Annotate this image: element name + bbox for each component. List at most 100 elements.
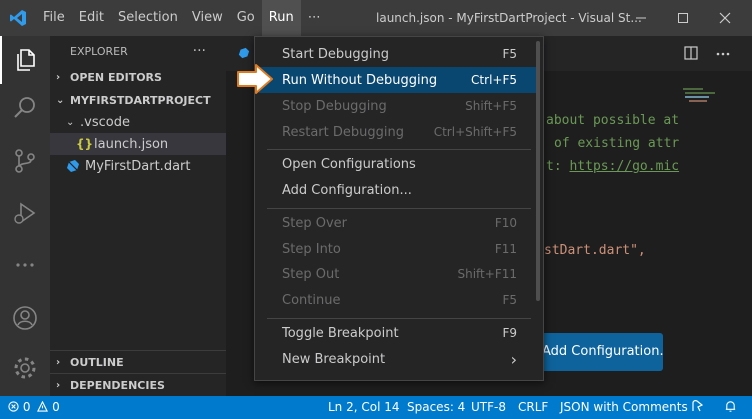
split-editor-icon[interactable] bbox=[684, 46, 698, 60]
menu-separator bbox=[267, 149, 531, 150]
close-button[interactable] bbox=[704, 0, 746, 36]
accounts-activity[interactable] bbox=[0, 294, 50, 342]
account-icon bbox=[13, 306, 37, 330]
minimize-button[interactable] bbox=[620, 0, 662, 36]
manage-activity[interactable] bbox=[0, 344, 50, 392]
search-icon bbox=[14, 97, 35, 118]
chevron-right-icon: › bbox=[56, 379, 61, 391]
code-line: t: https://go.mic bbox=[546, 159, 680, 174]
close-icon bbox=[719, 12, 731, 24]
error-icon bbox=[8, 401, 19, 412]
file-label: launch.json bbox=[94, 136, 169, 152]
outline-label: OUTLINE bbox=[70, 355, 124, 369]
notifications-button[interactable] bbox=[724, 396, 737, 419]
menu-item-stop-debugging: Stop Debugging Shift+F5 bbox=[282, 98, 517, 114]
minimize-icon bbox=[636, 17, 646, 19]
run-debug-icon bbox=[14, 202, 36, 224]
code-line: stDart.dart", bbox=[544, 243, 646, 258]
more-activity[interactable] bbox=[0, 241, 50, 289]
pointer-arrow-icon bbox=[237, 64, 273, 94]
menu-more[interactable]: ⋯ bbox=[301, 0, 328, 36]
warning-count: 0 bbox=[52, 400, 60, 414]
error-count: 0 bbox=[22, 400, 31, 414]
bell-icon bbox=[725, 401, 736, 412]
feedback-button[interactable] bbox=[690, 396, 704, 419]
json-file-icon: {} bbox=[76, 137, 94, 151]
project-label: MYFIRSTDARTPROJECT bbox=[70, 93, 211, 107]
menu-bar: File Edit Selection View Go Run ⋯ bbox=[36, 0, 328, 36]
tree-file-dart[interactable]: MyFirstDart.dart bbox=[50, 155, 226, 177]
outline-section[interactable]: › OUTLINE bbox=[50, 350, 226, 373]
menu-item-open-configurations[interactable]: Open Configurations bbox=[259, 151, 539, 177]
title-bar: File Edit Selection View Go Run ⋯ launch… bbox=[0, 0, 752, 36]
open-editors-label: OPEN EDITORS bbox=[70, 70, 162, 84]
warning-icon bbox=[37, 400, 49, 412]
tree-folder-vscode[interactable]: ⌄ .vscode bbox=[50, 111, 226, 133]
more-icon bbox=[16, 263, 34, 267]
language-mode[interactable]: JSON with Comments bbox=[560, 396, 688, 419]
minimap[interactable] bbox=[681, 86, 741, 126]
eol-status[interactable]: CRLF bbox=[518, 396, 548, 419]
status-bar: 0 0 Ln 2, Col 14 Spaces: 4 UTF-8 CRLF JS… bbox=[0, 396, 752, 419]
project-section[interactable]: ⌄ MYFIRSTDARTPROJECT bbox=[50, 89, 226, 111]
more-actions-icon[interactable] bbox=[716, 51, 730, 57]
menu-item-add-configuration[interactable]: Add Configuration... bbox=[259, 177, 539, 203]
menu-selection[interactable]: Selection bbox=[111, 0, 185, 36]
chevron-down-icon: ⌄ bbox=[56, 94, 65, 106]
gear-icon bbox=[14, 357, 36, 379]
encoding-status[interactable]: UTF-8 bbox=[471, 396, 506, 419]
code-line: about possible at bbox=[546, 113, 680, 128]
maximize-button[interactable] bbox=[662, 0, 704, 36]
menu-scrollbar[interactable] bbox=[536, 41, 540, 301]
chevron-down-icon: ⌄ bbox=[66, 116, 75, 128]
explorer-activity[interactable] bbox=[0, 36, 50, 84]
explorer-header: EXPLORER ··· bbox=[50, 36, 226, 66]
problems-status[interactable]: 0 0 bbox=[8, 396, 60, 419]
add-configuration-button[interactable]: Add Configuration... bbox=[532, 333, 663, 371]
run-menu-dropdown: Start Debugging F5 Run Without Debugging… bbox=[254, 36, 544, 381]
menu-separator bbox=[267, 208, 531, 209]
menu-edit[interactable]: Edit bbox=[72, 0, 111, 36]
menu-separator bbox=[267, 318, 531, 319]
menu-go[interactable]: Go bbox=[230, 0, 262, 36]
search-activity[interactable] bbox=[0, 84, 50, 132]
source-control-icon bbox=[15, 149, 35, 173]
menu-run[interactable]: Run bbox=[261, 0, 301, 36]
menu-view[interactable]: View bbox=[185, 0, 230, 36]
code-line: of existing attr bbox=[554, 136, 680, 151]
run-debug-activity[interactable] bbox=[0, 189, 50, 237]
indentation-status[interactable]: Spaces: 4 bbox=[407, 396, 465, 419]
maximize-icon bbox=[678, 13, 688, 23]
chevron-right-icon: › bbox=[56, 356, 61, 368]
dart-file-icon bbox=[67, 160, 79, 172]
menu-item-restart-debugging: Restart Debugging Ctrl+Shift+F5 bbox=[282, 124, 517, 140]
chevron-right-icon: › bbox=[56, 71, 61, 83]
cursor-position[interactable]: Ln 2, Col 14 bbox=[328, 396, 400, 419]
tree-file-launch-json[interactable]: {} launch.json bbox=[50, 133, 226, 155]
menu-item-start-debugging[interactable]: Start Debugging F5 bbox=[259, 41, 539, 67]
open-editors-section[interactable]: › OPEN EDITORS bbox=[50, 66, 226, 88]
menu-item-step-out: Step Out Shift+F11 bbox=[282, 266, 517, 282]
files-icon bbox=[17, 49, 35, 71]
submenu-chevron-icon: › bbox=[510, 349, 517, 369]
activity-bar bbox=[0, 36, 50, 396]
vscode-logo-icon bbox=[0, 0, 36, 36]
menu-file[interactable]: File bbox=[36, 0, 72, 36]
explorer-more-button[interactable]: ··· bbox=[193, 43, 206, 59]
menu-item-continue: Continue F5 bbox=[282, 292, 517, 308]
menu-item-run-without-debugging[interactable]: Run Without Debugging Ctrl+F5 bbox=[259, 67, 539, 93]
explorer-title: EXPLORER bbox=[70, 44, 128, 58]
explorer-sidebar: EXPLORER ··· › OPEN EDITORS ⌄ MYFIRSTDAR… bbox=[50, 36, 226, 396]
docs-link[interactable]: https://go.mic bbox=[569, 159, 679, 174]
editor-scrollbar[interactable] bbox=[738, 71, 752, 396]
dependencies-section[interactable]: › DEPENDENCIES bbox=[50, 373, 226, 396]
menu-item-new-breakpoint[interactable]: New Breakpoint › bbox=[259, 346, 539, 372]
dart-file-icon bbox=[238, 47, 250, 59]
menu-item-toggle-breakpoint[interactable]: Toggle Breakpoint F9 bbox=[259, 320, 539, 346]
menu-item-step-over: Step Over F10 bbox=[282, 215, 517, 231]
feedback-icon bbox=[692, 400, 704, 412]
dependencies-label: DEPENDENCIES bbox=[70, 378, 165, 392]
window-title: launch.json - MyFirstDartProject - Visua… bbox=[376, 11, 642, 25]
file-label: MyFirstDart.dart bbox=[85, 158, 191, 174]
source-control-activity[interactable] bbox=[0, 137, 50, 185]
